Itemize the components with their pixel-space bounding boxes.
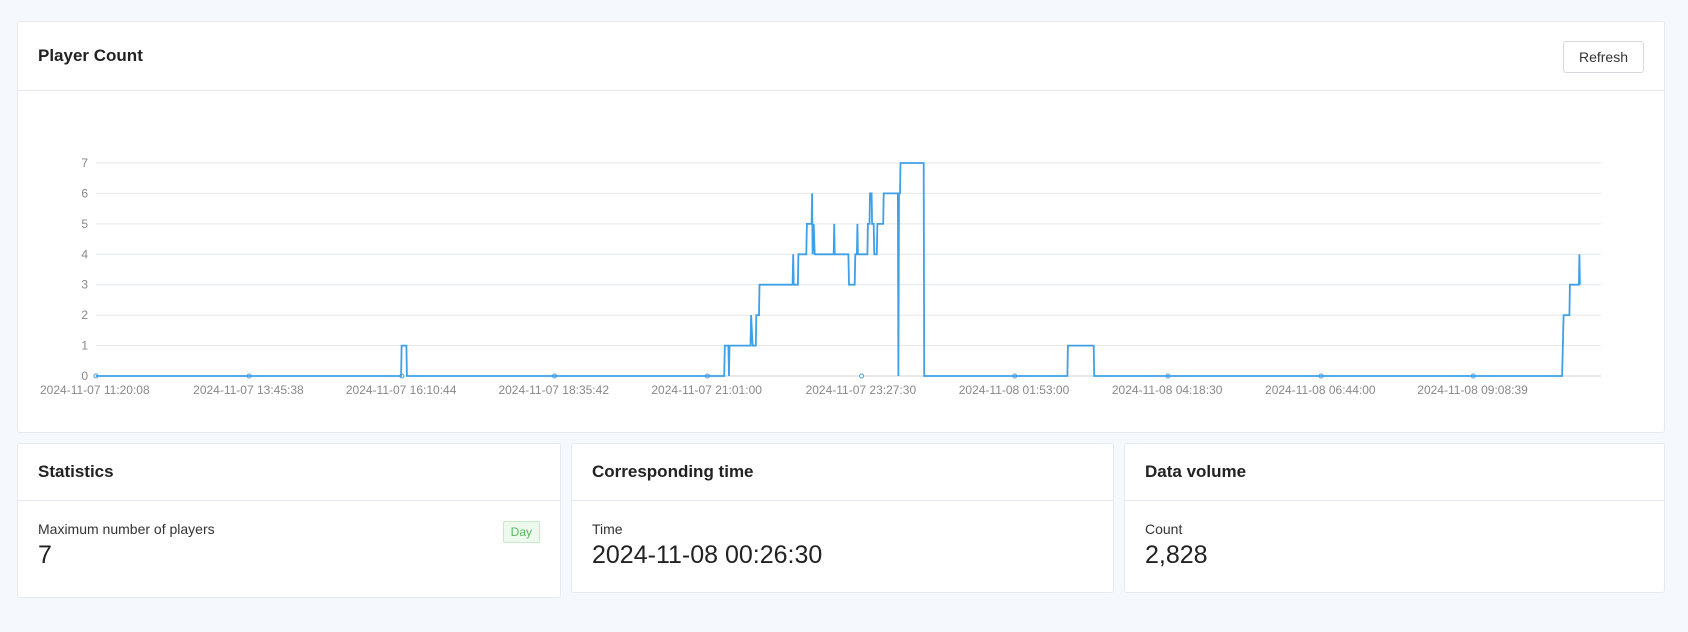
x-tick-label: 2024-11-07 11:20:08 <box>40 383 150 397</box>
time-title: Corresponding time <box>592 462 754 481</box>
count-value: 2,828 <box>1145 541 1208 569</box>
statistics-title: Statistics <box>38 462 114 481</box>
count-label: Count <box>1145 521 1183 537</box>
x-tick-label: 2024-11-07 18:35:42 <box>498 383 609 397</box>
y-tick-label: 4 <box>81 247 88 261</box>
chart-area: 0 1 2 3 4 5 6 7 2024-11-07 11:20:08 2024-11-07 13… <box>18 91 1664 432</box>
y-tick-label: 3 <box>81 278 88 292</box>
y-tick-label: 0 <box>81 369 88 383</box>
x-tick-label: 2024-11-07 21:01:00 <box>651 383 762 397</box>
x-tick-label: 2024-11-07 16:10:44 <box>346 383 457 397</box>
volume-header: Data volume <box>1125 444 1664 501</box>
x-tick-label: 2024-11-08 09:08:39 <box>1417 383 1528 397</box>
panel-header: Player Count Refresh <box>18 22 1664 91</box>
x-tick-label: 2024-11-07 13:45:38 <box>193 383 304 397</box>
y-tick-label: 6 <box>81 186 88 200</box>
y-tick-label: 5 <box>81 217 88 231</box>
player-count-panel: Player Count Refresh 0 1 2 3 4 5 6 7 2024-11-07 … <box>17 21 1665 433</box>
y-tick-label: 2 <box>81 308 88 322</box>
volume-body: Count 2,828 <box>1125 501 1664 570</box>
max-players-value: 7 <box>38 541 52 569</box>
y-tick-label: 1 <box>81 339 88 353</box>
player-count-chart: 0 1 2 3 4 5 6 7 2024-11-07 11:20:08 2024-11-07 13… <box>40 156 1601 397</box>
time-header: Corresponding time <box>572 444 1113 501</box>
time-body: Time 2024-11-08 00:26:30 <box>572 501 1113 570</box>
series-line <box>96 162 1581 377</box>
panel-title: Player Count <box>38 46 143 65</box>
x-tick-label: 2024-11-08 01:53:00 <box>959 383 1070 397</box>
y-tick-label: 7 <box>81 156 88 170</box>
period-badge: Day <box>502 521 540 543</box>
statistics-card: Statistics Maximum number of players 7 D… <box>17 443 561 598</box>
x-tick-marker <box>859 373 865 379</box>
refresh-button[interactable]: Refresh <box>1562 41 1644 73</box>
corresponding-time-card: Corresponding time Time 2024-11-08 00:26… <box>571 443 1114 593</box>
data-volume-card: Data volume Count 2,828 <box>1124 443 1665 593</box>
statistics-header: Statistics <box>18 444 560 501</box>
x-tick-label: 2024-11-08 06:44:00 <box>1265 383 1376 397</box>
volume-title: Data volume <box>1145 462 1247 481</box>
x-tick-label: 2024-11-07 23:27:30 <box>806 383 917 397</box>
time-label: Time <box>592 521 623 537</box>
max-players-label: Maximum number of players <box>38 521 215 537</box>
statistics-body: Maximum number of players 7 Day <box>18 501 560 570</box>
x-tick-label: 2024-11-08 04:18:30 <box>1112 383 1223 397</box>
time-value: 2024-11-08 00:26:30 <box>592 541 823 569</box>
